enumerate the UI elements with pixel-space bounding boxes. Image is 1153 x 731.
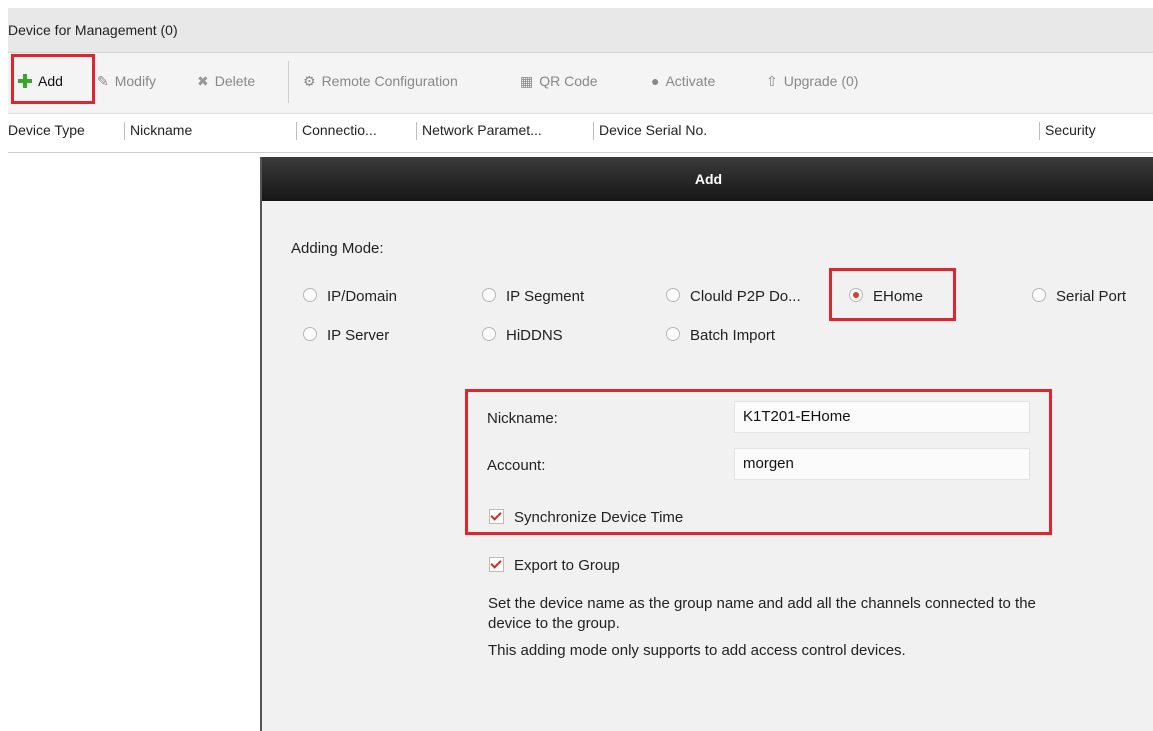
- checkbox-checked-icon: [489, 509, 504, 524]
- toolbar: Add ✎ Modify ✖ Delete ⚙ Remote Configuratio…: [8, 53, 1153, 114]
- column-network-parameters[interactable]: Network Paramet...: [422, 122, 542, 138]
- radio-ip-segment-label: IP Segment: [506, 288, 585, 305]
- radio-ip-domain-label: IP/Domain: [327, 288, 398, 305]
- radio-cloud-p2p[interactable]: Clould P2P Do...: [666, 288, 801, 305]
- nickname-input[interactable]: K1T201-EHome: [734, 401, 1030, 433]
- delete-button-label: Delete: [214, 73, 256, 89]
- device-table-header: Device Type Nickname Connectio... Networ…: [8, 114, 1153, 153]
- delete-icon: ✖: [197, 73, 209, 89]
- column-connection[interactable]: Connectio...: [302, 122, 377, 138]
- adding-mode-note: This adding mode only supports to add ac…: [488, 642, 906, 659]
- plus-icon: [18, 74, 32, 88]
- modify-button[interactable]: ✎ Modify: [97, 69, 156, 93]
- gear-icon: ⚙: [303, 73, 316, 89]
- column-divider: [124, 122, 125, 140]
- column-device-serial[interactable]: Device Serial No.: [599, 122, 707, 138]
- qr-code-label: QR Code: [539, 73, 598, 89]
- edit-icon: ✎: [97, 73, 109, 89]
- radio-indicator: [1032, 288, 1046, 302]
- adding-mode-label: Adding Mode:: [291, 240, 384, 257]
- sync-device-time-checkbox[interactable]: Synchronize Device Time: [489, 509, 683, 526]
- radio-hiddns[interactable]: HiDDNS: [482, 327, 563, 344]
- checkbox-checked-icon: [489, 557, 504, 572]
- radio-indicator-selected: [849, 288, 863, 302]
- remote-configuration-label: Remote Configuration: [321, 73, 458, 89]
- radio-ehome-label: EHome: [873, 288, 924, 305]
- column-security[interactable]: Security: [1045, 122, 1096, 138]
- modify-button-label: Modify: [114, 73, 156, 89]
- radio-batch-import-label: Batch Import: [690, 327, 776, 344]
- radio-cloud-p2p-label: Clould P2P Do...: [690, 288, 801, 305]
- export-description: Set the device name as the group name an…: [488, 595, 1036, 632]
- column-divider: [416, 122, 417, 140]
- export-to-group-label: Export to Group: [514, 557, 620, 574]
- radio-indicator: [303, 327, 317, 341]
- title-bar: Device for Management (0): [8, 8, 1153, 53]
- upgrade-label: Upgrade (0): [783, 73, 859, 89]
- radio-indicator: [482, 327, 496, 341]
- upgrade-button[interactable]: ⇧ Upgrade (0): [766, 69, 858, 93]
- column-nickname[interactable]: Nickname: [130, 122, 192, 138]
- radio-indicator: [303, 288, 317, 302]
- add-button-label: Add: [38, 73, 63, 89]
- column-divider: [593, 122, 594, 140]
- radio-indicator: [482, 288, 496, 302]
- qr-code-icon: ▦: [520, 73, 534, 89]
- radio-batch-import[interactable]: Batch Import: [666, 327, 775, 344]
- radio-ehome[interactable]: EHome: [849, 288, 923, 305]
- qr-code-button[interactable]: ▦ QR Code: [520, 69, 598, 93]
- column-device-type[interactable]: Device Type: [8, 122, 85, 138]
- upload-icon: ⇧: [766, 73, 778, 89]
- column-divider: [296, 122, 297, 140]
- account-label: Account:: [487, 457, 546, 474]
- dialog-title: Add: [262, 157, 1153, 201]
- sync-device-time-label: Synchronize Device Time: [514, 509, 684, 526]
- radio-serial-port-label: Serial Port: [1056, 288, 1127, 305]
- export-to-group-checkbox[interactable]: Export to Group: [489, 557, 620, 574]
- panel-title: Device for Management (0): [8, 22, 178, 38]
- add-device-dialog: Add Adding Mode: IP/Domain IP Segment Cl…: [260, 157, 1153, 731]
- account-input[interactable]: morgen: [734, 448, 1030, 480]
- column-divider: [1039, 122, 1040, 140]
- nickname-label: Nickname:: [487, 410, 558, 427]
- radio-indicator: [666, 327, 680, 341]
- radio-indicator: [666, 288, 680, 302]
- radio-ip-segment[interactable]: IP Segment: [482, 288, 584, 305]
- add-button[interactable]: Add: [18, 69, 63, 93]
- lightbulb-icon: ●: [651, 73, 660, 89]
- toolbar-divider: [288, 61, 289, 103]
- activate-label: Activate: [665, 73, 716, 89]
- radio-ip-server[interactable]: IP Server: [303, 327, 389, 344]
- activate-button[interactable]: ● Activate: [651, 69, 715, 93]
- remote-configuration-button[interactable]: ⚙ Remote Configuration: [303, 69, 458, 93]
- radio-hiddns-label: HiDDNS: [506, 327, 563, 344]
- radio-serial-port[interactable]: Serial Port: [1032, 288, 1126, 305]
- radio-ip-server-label: IP Server: [327, 327, 390, 344]
- radio-ip-domain[interactable]: IP/Domain: [303, 288, 397, 305]
- delete-button[interactable]: ✖ Delete: [197, 69, 255, 93]
